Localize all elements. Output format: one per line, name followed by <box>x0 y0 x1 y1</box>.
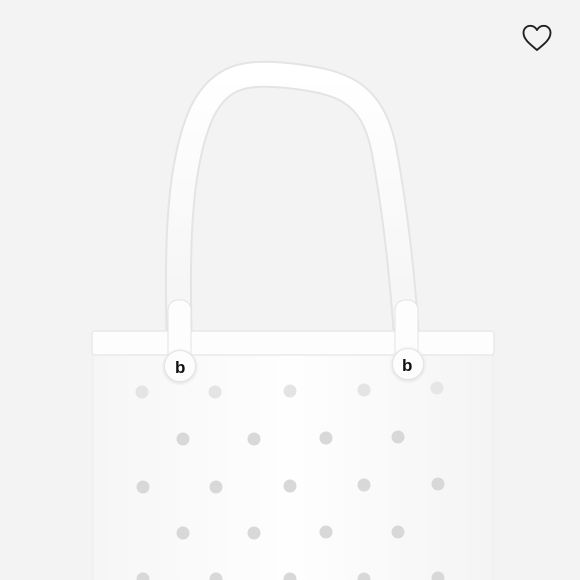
product-image: b b <box>91 60 495 580</box>
right-logo-button: b <box>391 348 425 382</box>
bag-rim <box>91 330 495 356</box>
left-logo-button: b <box>163 350 197 384</box>
favorite-button[interactable] <box>518 20 556 56</box>
product-image-viewer: b b <box>0 0 580 580</box>
bag-handle <box>164 60 422 376</box>
logo-letter: b <box>402 356 412 375</box>
heart-outline-icon <box>522 24 552 51</box>
logo-letter: b <box>175 358 185 377</box>
bag-body <box>91 330 495 580</box>
